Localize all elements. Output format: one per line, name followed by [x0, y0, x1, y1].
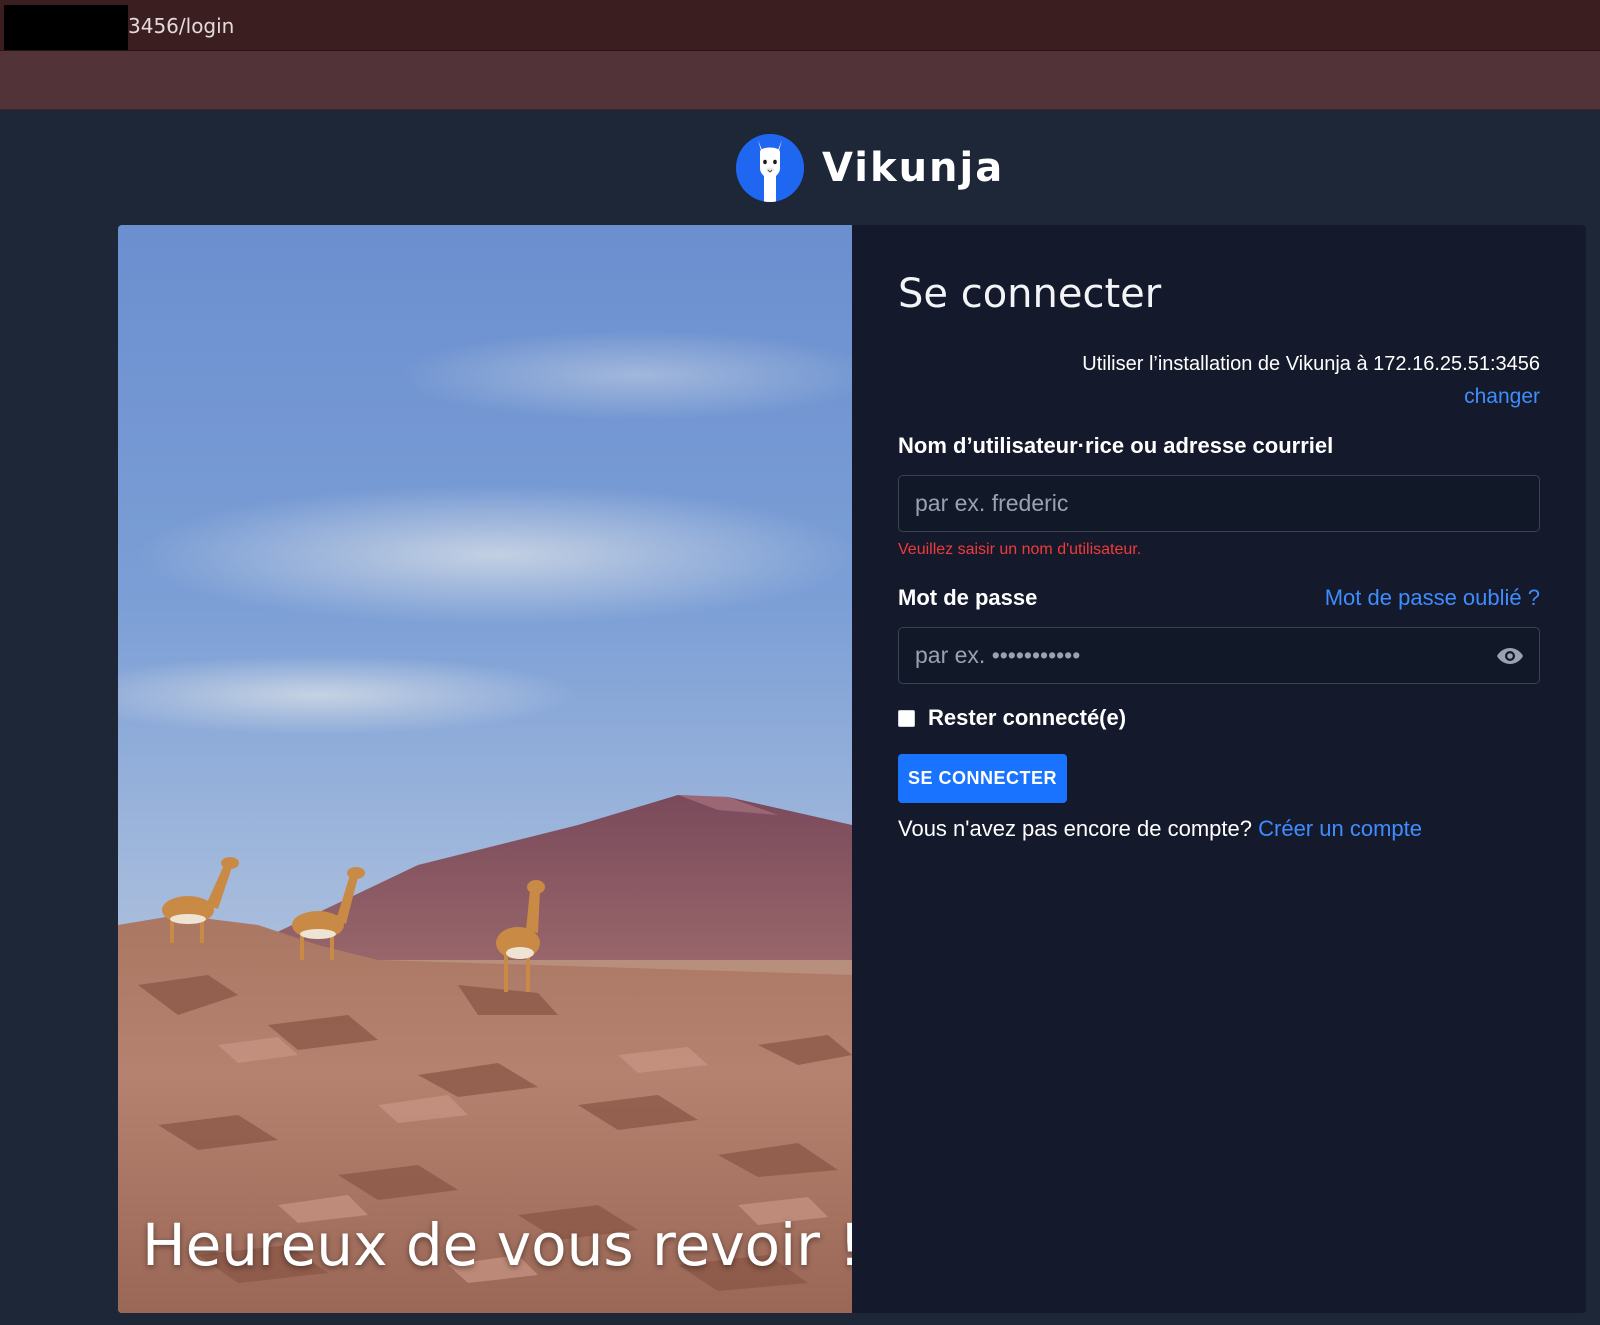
remember-me[interactable]: Rester connecté(e) [898, 705, 1126, 731]
remember-checkbox[interactable] [898, 709, 915, 727]
install-info: Utiliser l’installation de Vikunja à 172… [1082, 353, 1540, 375]
login-form: Se connecter Utiliser l’installation de … [898, 225, 1540, 1313]
username-error: Veuillez saisir un nom d'utilisateur. [898, 541, 1142, 558]
brand-name: Vikunja [822, 145, 1005, 191]
register-prompt: Vous n'avez pas encore de compte? Créer … [898, 816, 1422, 842]
vicunas-in-desert-photo [118, 225, 852, 1313]
eye-icon[interactable] [1495, 642, 1525, 670]
username-label: Nom d’utilisateur·rice ou adresse courri… [898, 433, 1334, 458]
forgot-password-link[interactable]: Mot de passe oublié ? [1325, 585, 1540, 611]
register-link[interactable]: Créer un compte [1258, 816, 1422, 841]
change-install-link[interactable]: changer [1464, 385, 1540, 409]
hero-image: Heureux de vous revoir ! [118, 225, 852, 1313]
browser-toolbar [0, 51, 1600, 110]
username-field-wrapper [898, 475, 1540, 532]
login-card: Heureux de vous revoir ! Se connecter Ut… [118, 225, 1586, 1313]
brand-logo[interactable]: Vikunja [736, 133, 1004, 203]
llama-logo-icon [736, 134, 804, 202]
hero-caption: Heureux de vous revoir ! [142, 1211, 852, 1279]
redacted-host [4, 5, 128, 50]
no-account-text: Vous n'avez pas encore de compte? [898, 816, 1252, 841]
password-label: Mot de passe [898, 585, 1038, 610]
remember-label: Rester connecté(e) [928, 705, 1127, 730]
browser-address-bar[interactable]: 3456/login [0, 0, 1600, 51]
url-text: 3456/login [128, 14, 235, 38]
password-field-wrapper [898, 627, 1540, 684]
password-input[interactable] [899, 628, 1539, 683]
login-button[interactable]: SE CONNECTER [898, 754, 1067, 803]
username-input[interactable] [899, 476, 1539, 531]
page-title: Se connecter [898, 271, 1162, 317]
